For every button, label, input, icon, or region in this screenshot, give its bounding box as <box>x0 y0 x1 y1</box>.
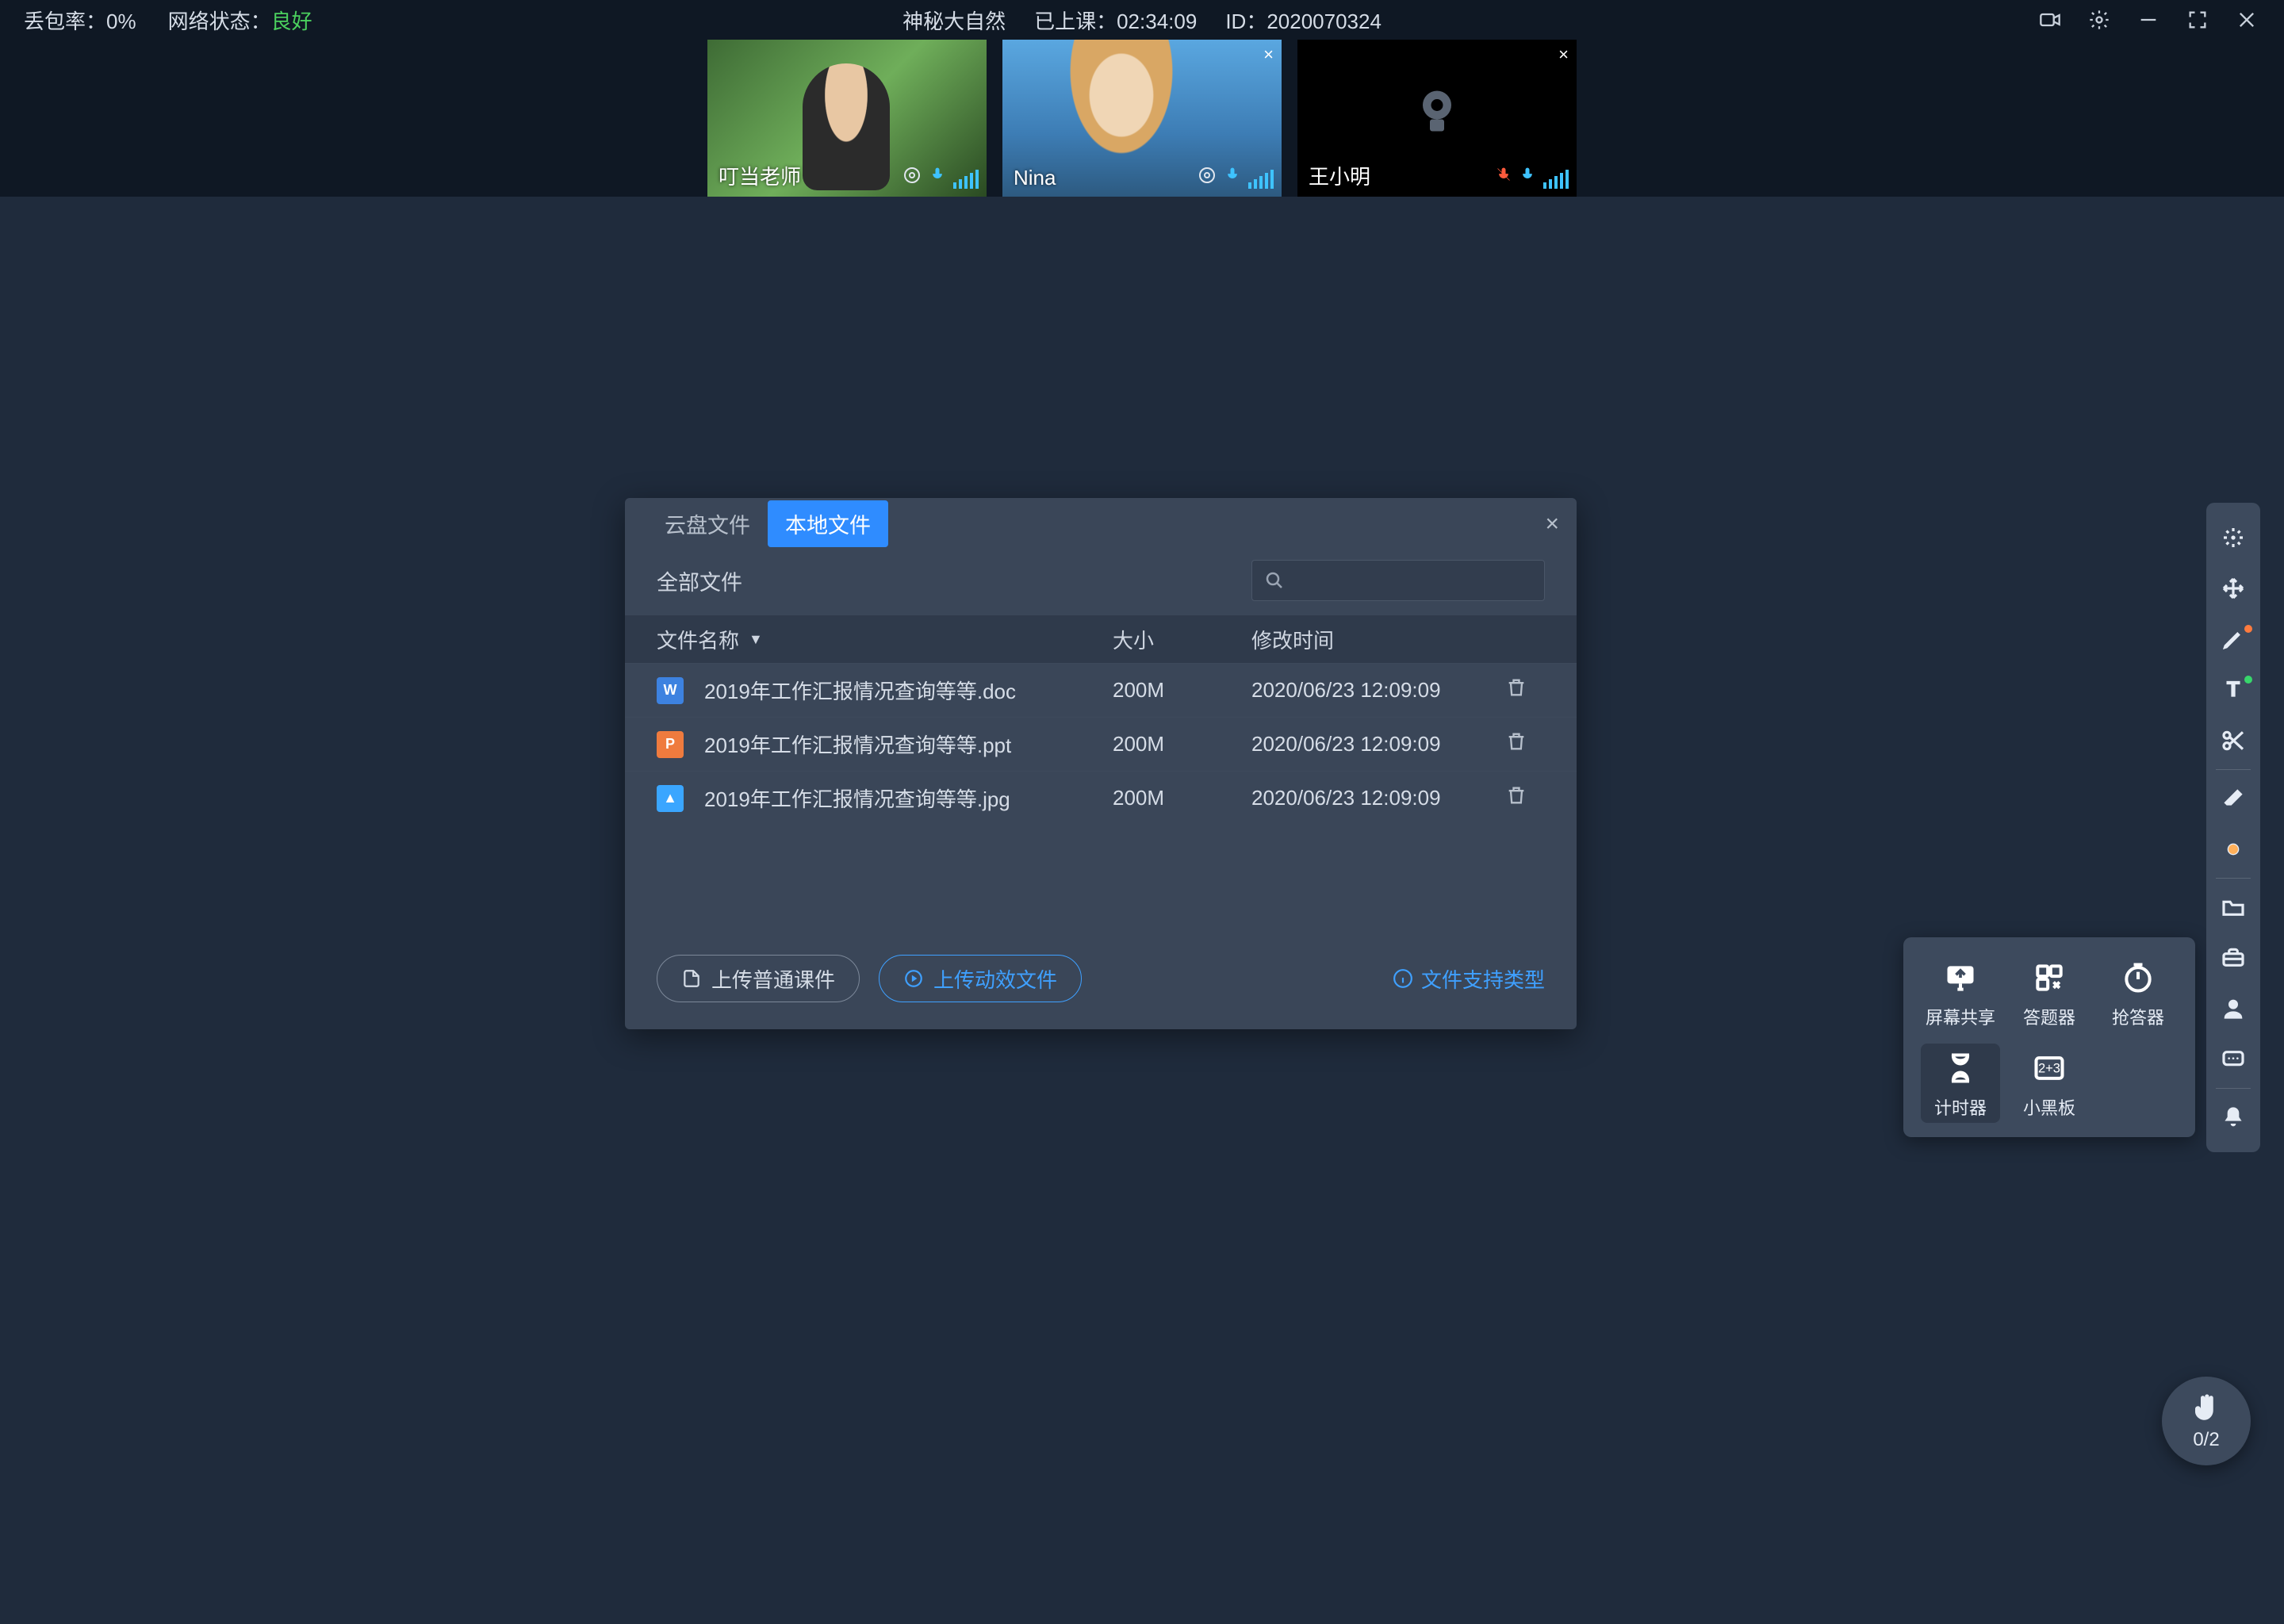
buzzer-button[interactable]: 抢答器 <box>2098 953 2178 1032</box>
signal-icon <box>953 170 979 189</box>
signal-icon <box>1248 170 1274 189</box>
mic-muted-icon[interactable] <box>1496 164 1512 189</box>
file-time: 2020/06/23 12:09:09 <box>1251 786 1505 810</box>
text-icon[interactable]: T <box>2206 665 2260 715</box>
top-status-bar: 丢包率：0% 网络状态：良好 神秘大自然 已上课：02:34:09 ID：202… <box>0 0 2284 40</box>
raise-hand-button[interactable]: 0/2 <box>2162 1377 2251 1465</box>
session-id: ID：2020070324 <box>1225 6 1382 35</box>
timer-button[interactable]: 计时器 <box>1921 1044 2000 1123</box>
color-dot-icon[interactable] <box>2206 824 2260 875</box>
video-tile-student-1[interactable]: × Nina <box>1002 40 1282 197</box>
search-input[interactable] <box>1251 560 1545 601</box>
folder-icon[interactable] <box>2206 882 2260 933</box>
file-dialog: 云盘文件 本地文件 × 全部文件 文件名称 ▼ 大小 修改时间 W 2019年工… <box>625 498 1577 1029</box>
minimize-button[interactable] <box>2135 6 2162 33</box>
scissors-icon[interactable] <box>2206 715 2260 766</box>
camera-toggle-icon[interactable] <box>2037 6 2064 33</box>
sort-caret-icon: ▼ <box>749 631 763 648</box>
participant-name: Nina <box>1014 166 1056 190</box>
file-size: 200M <box>1113 786 1251 810</box>
upload-normal-button[interactable]: 上传普通课件 <box>657 955 860 1002</box>
class-title: 神秘大自然 <box>902 6 1006 35</box>
answer-tool-button[interactable]: 答题器 <box>2010 953 2089 1032</box>
file-type-doc-icon: W <box>657 677 684 704</box>
main-canvas: 云盘文件 本地文件 × 全部文件 文件名称 ▼ 大小 修改时间 W 2019年工… <box>0 197 2284 1624</box>
hand-count: 0/2 <box>2193 1429 2219 1451</box>
file-time: 2020/06/23 12:09:09 <box>1251 732 1505 756</box>
camera-icon[interactable] <box>902 166 922 189</box>
file-time: 2020/06/23 12:09:09 <box>1251 678 1505 703</box>
hand-icon <box>2190 1391 2223 1424</box>
file-type-image-icon: ▲ <box>657 785 684 812</box>
file-name: 2019年工作汇报情况查询等等.ppt <box>704 730 1011 759</box>
file-size: 200M <box>1113 678 1251 703</box>
delete-icon[interactable] <box>1505 730 1545 758</box>
table-row[interactable]: P 2019年工作汇报情况查询等等.ppt 200M 2020/06/23 12… <box>625 717 1577 771</box>
table-row[interactable]: W 2019年工作汇报情况查询等等.doc 200M 2020/06/23 12… <box>625 663 1577 717</box>
signal-icon <box>1543 170 1569 189</box>
right-toolbar: T <box>2206 503 2260 1152</box>
file-name: 2019年工作汇报情况查询等等.doc <box>704 676 1016 705</box>
toolbox-icon[interactable] <box>2206 933 2260 983</box>
participant-name: 叮当老师 <box>719 161 801 190</box>
fullscreen-button[interactable] <box>2184 6 2211 33</box>
column-name[interactable]: 文件名称 ▼ <box>657 625 1113 654</box>
eraser-icon[interactable] <box>2206 773 2260 824</box>
screen-share-button[interactable]: 屏幕共享 <box>1921 953 2000 1032</box>
settings-icon[interactable] <box>2086 6 2113 33</box>
network-status: 网络状态：良好 <box>168 6 312 35</box>
mic-icon[interactable] <box>1224 164 1240 189</box>
pen-icon[interactable] <box>2206 614 2260 665</box>
upload-fx-button[interactable]: 上传动效文件 <box>879 955 1082 1002</box>
filter-all-files[interactable]: 全部文件 <box>657 565 742 596</box>
bell-icon[interactable] <box>2206 1092 2260 1143</box>
chat-icon[interactable] <box>2206 1034 2260 1085</box>
dialog-close-icon[interactable]: × <box>1545 511 1559 538</box>
tile-close-icon[interactable]: × <box>1558 44 1569 65</box>
camera-icon[interactable] <box>1198 166 1217 189</box>
close-button[interactable] <box>2233 6 2260 33</box>
mini-blackboard-button[interactable]: 2+3 小黑板 <box>2010 1044 2089 1123</box>
camera-off-icon <box>1408 82 1466 143</box>
delete-icon[interactable] <box>1505 784 1545 812</box>
column-size[interactable]: 大小 <box>1113 625 1251 654</box>
participant-name: 王小明 <box>1309 161 1370 190</box>
elapsed-time: 已上课：02:34:09 <box>1034 6 1197 35</box>
svg-text:2+3: 2+3 <box>2038 1062 2060 1076</box>
move-icon[interactable] <box>2206 563 2260 614</box>
table-row[interactable]: ▲ 2019年工作汇报情况查询等等.jpg 200M 2020/06/23 12… <box>625 771 1577 825</box>
delete-icon[interactable] <box>1505 676 1545 704</box>
search-icon <box>1265 571 1284 590</box>
table-header: 文件名称 ▼ 大小 修改时间 <box>625 615 1577 663</box>
video-strip: 叮当老师 × Nina × 王小明 <box>0 40 2284 197</box>
tab-cloud-files[interactable]: 云盘文件 <box>647 500 768 547</box>
mic-icon[interactable] <box>1519 164 1535 189</box>
person-icon[interactable] <box>2206 983 2260 1034</box>
tool-popover: 屏幕共享 答题器 抢答器 计时器 2+3 小黑板 <box>1903 937 2195 1137</box>
video-tile-teacher[interactable]: 叮当老师 <box>707 40 987 197</box>
tab-local-files[interactable]: 本地文件 <box>768 500 888 547</box>
file-size: 200M <box>1113 732 1251 756</box>
video-tile-student-2[interactable]: × 王小明 <box>1297 40 1577 197</box>
supported-types-link[interactable]: 文件支持类型 <box>1393 964 1545 994</box>
file-type-ppt-icon: P <box>657 731 684 758</box>
column-time[interactable]: 修改时间 <box>1251 625 1505 654</box>
tile-close-icon[interactable]: × <box>1263 44 1274 65</box>
file-name: 2019年工作汇报情况查询等等.jpg <box>704 783 1010 813</box>
laser-pointer-icon[interactable] <box>2206 512 2260 563</box>
svg-text:T: T <box>2227 677 2240 701</box>
packet-loss: 丢包率：0% <box>24 6 136 35</box>
mic-icon[interactable] <box>929 164 945 189</box>
